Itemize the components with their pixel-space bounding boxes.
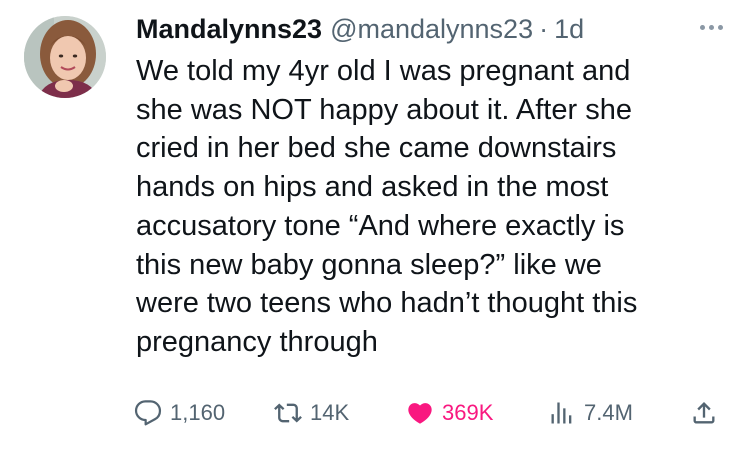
- views-icon: [551, 402, 572, 424]
- retweet-count: 14K: [310, 400, 350, 425]
- display-name[interactable]: Mandalynns23: [136, 14, 322, 45]
- views-count: 7.4M: [584, 400, 633, 425]
- more-dot: [708, 24, 714, 30]
- time-separator: ·: [539, 13, 549, 44]
- reply-icon: [134, 400, 162, 426]
- views-button[interactable]: 7.4M: [548, 393, 633, 433]
- retweet-button[interactable]: 14K: [274, 393, 349, 433]
- reply-button[interactable]: 1,160: [134, 393, 225, 433]
- more-options-icon[interactable]: [694, 15, 728, 39]
- user-handle[interactable]: @mandalynns23: [330, 14, 533, 45]
- like-count: 369K: [442, 400, 494, 425]
- tweet-header: Mandalynns23 @mandalynns23 · 1d: [136, 9, 584, 49]
- like-button[interactable]: 369K: [406, 393, 493, 433]
- avatar[interactable]: [24, 16, 106, 98]
- share-icon: [693, 402, 715, 424]
- more-dot: [717, 24, 723, 30]
- timestamp[interactable]: 1d: [554, 14, 584, 45]
- heart-icon: [408, 403, 432, 424]
- share-button[interactable]: [690, 393, 718, 433]
- tweet-text: We told my 4yr old I was pregnant and sh…: [136, 55, 638, 358]
- action-bar: 1,160 14K 369K 7.4M: [134, 393, 734, 433]
- tweet-card: Mandalynns23 @mandalynns23 · 1d We told …: [0, 0, 750, 454]
- reply-count: 1,160: [170, 400, 226, 425]
- more-dot: [699, 24, 705, 30]
- retweet-icon: [274, 403, 302, 423]
- avatar-photo: [24, 16, 106, 98]
